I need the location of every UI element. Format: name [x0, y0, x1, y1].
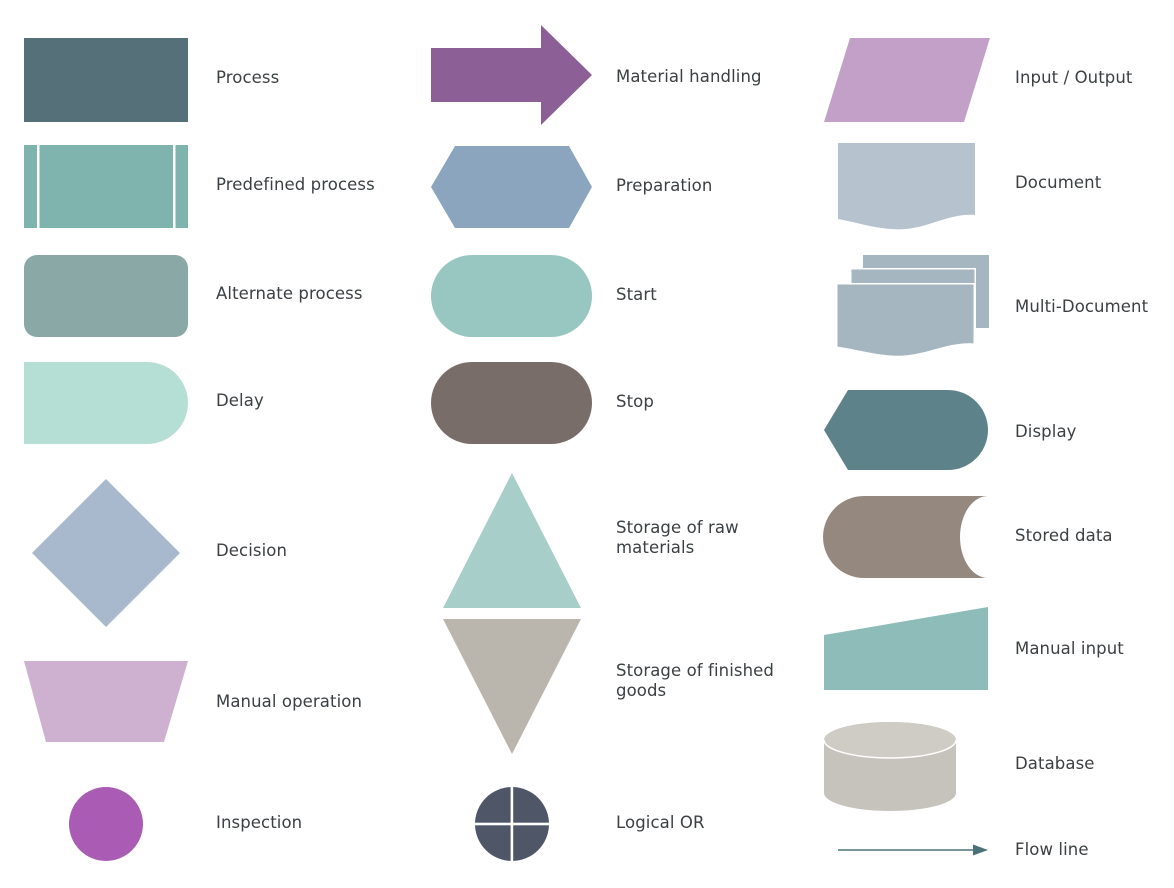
document-shape: [810, 143, 1010, 235]
legend-label-logical-or: Logical OR: [616, 813, 705, 832]
legend-label-predefined-process: Predefined process: [216, 175, 375, 194]
legend-item-logical-or[interactable]: Logical OR: [410, 787, 810, 861]
legend-item-database[interactable]: Database: [810, 722, 1174, 811]
legend-item-alternate-process[interactable]: Alternate process: [0, 255, 410, 337]
legend-item-preparation[interactable]: Preparation: [410, 146, 810, 228]
storage-finished-goods-shape: [410, 619, 630, 759]
legend-label-stop: Stop: [616, 392, 654, 411]
flow-line-arrow-icon: [810, 838, 1010, 862]
legend-item-stop[interactable]: Stop: [410, 362, 810, 444]
start-shape: [410, 255, 630, 345]
legend-item-storage-finished-goods[interactable]: Storage of finished goods: [410, 619, 810, 754]
manual-operation-shape: [0, 661, 200, 751]
legend-item-process[interactable]: Process: [0, 38, 410, 122]
legend-item-material-handling[interactable]: Material handling: [410, 25, 810, 125]
legend-label-storage-finished-goods: Storage of finished goods: [616, 661, 774, 700]
legend-item-flow-line[interactable]: Flow line: [810, 838, 1174, 862]
manual-input-shape: [810, 607, 1010, 697]
legend-label-preparation: Preparation: [616, 176, 713, 195]
legend-label-document: Document: [1015, 173, 1102, 192]
preparation-shape: [410, 146, 630, 236]
legend-item-display[interactable]: Display: [810, 390, 1174, 470]
legend-item-stored-data[interactable]: Stored data: [810, 496, 1174, 578]
inspection-shape: [0, 787, 200, 867]
display-shape: [810, 390, 1010, 476]
left-column: Process Predefined process Alternate pro…: [0, 0, 410, 888]
process-shape: [0, 38, 200, 128]
legend-item-storage-raw-materials[interactable]: Storage of raw materials: [410, 473, 810, 608]
flowchart-symbols-legend: Process Predefined process Alternate pro…: [0, 0, 1174, 888]
input-output-shape: [810, 38, 1010, 128]
right-column: Input / Output Document Multi-Document D…: [810, 0, 1174, 888]
legend-label-manual-operation: Manual operation: [216, 692, 363, 711]
legend-label-database: Database: [1015, 754, 1095, 773]
legend-item-delay[interactable]: Delay: [0, 362, 410, 444]
legend-label-material-handling: Material handling: [616, 67, 762, 86]
legend-item-multi-document[interactable]: Multi-Document: [810, 255, 1174, 360]
material-handling-shape: [410, 25, 630, 130]
alternate-process-shape: [0, 255, 200, 345]
stored-data-shape: [810, 496, 1010, 584]
storage-raw-materials-shape: [410, 473, 630, 613]
delay-shape: [0, 362, 200, 452]
legend-item-manual-input[interactable]: Manual input: [810, 607, 1174, 690]
legend-item-start[interactable]: Start: [410, 255, 810, 337]
legend-item-decision[interactable]: Decision: [0, 479, 410, 627]
legend-label-multi-document: Multi-Document: [1015, 297, 1149, 316]
legend-label-start: Start: [616, 285, 657, 304]
database-shape: [810, 722, 1010, 817]
predefined-process-shape: [0, 145, 200, 235]
legend-label-input-output: Input / Output: [1015, 68, 1133, 87]
legend-label-process: Process: [216, 68, 280, 87]
legend-label-flow-line: Flow line: [1015, 840, 1089, 859]
legend-label-storage-raw-materials: Storage of raw materials: [616, 518, 739, 557]
middle-column: Material handling Preparation Start Stop…: [410, 0, 810, 888]
multi-document-shape: [810, 255, 1010, 365]
decision-shape: [0, 479, 200, 629]
legend-label-alternate-process: Alternate process: [216, 284, 363, 303]
stop-shape: [410, 362, 630, 452]
legend-item-inspection[interactable]: Inspection: [0, 787, 410, 861]
legend-label-delay: Delay: [216, 391, 264, 410]
legend-label-stored-data: Stored data: [1015, 526, 1113, 545]
logical-or-shape: [410, 787, 630, 867]
legend-label-manual-input: Manual input: [1015, 639, 1124, 658]
legend-item-document[interactable]: Document: [810, 143, 1174, 230]
legend-label-display: Display: [1015, 422, 1077, 441]
legend-label-decision: Decision: [216, 541, 288, 560]
legend-item-predefined-process[interactable]: Predefined process: [0, 145, 410, 229]
legend-label-inspection: Inspection: [216, 813, 303, 832]
legend-item-manual-operation[interactable]: Manual operation: [0, 661, 410, 742]
legend-item-input-output[interactable]: Input / Output: [810, 38, 1174, 122]
